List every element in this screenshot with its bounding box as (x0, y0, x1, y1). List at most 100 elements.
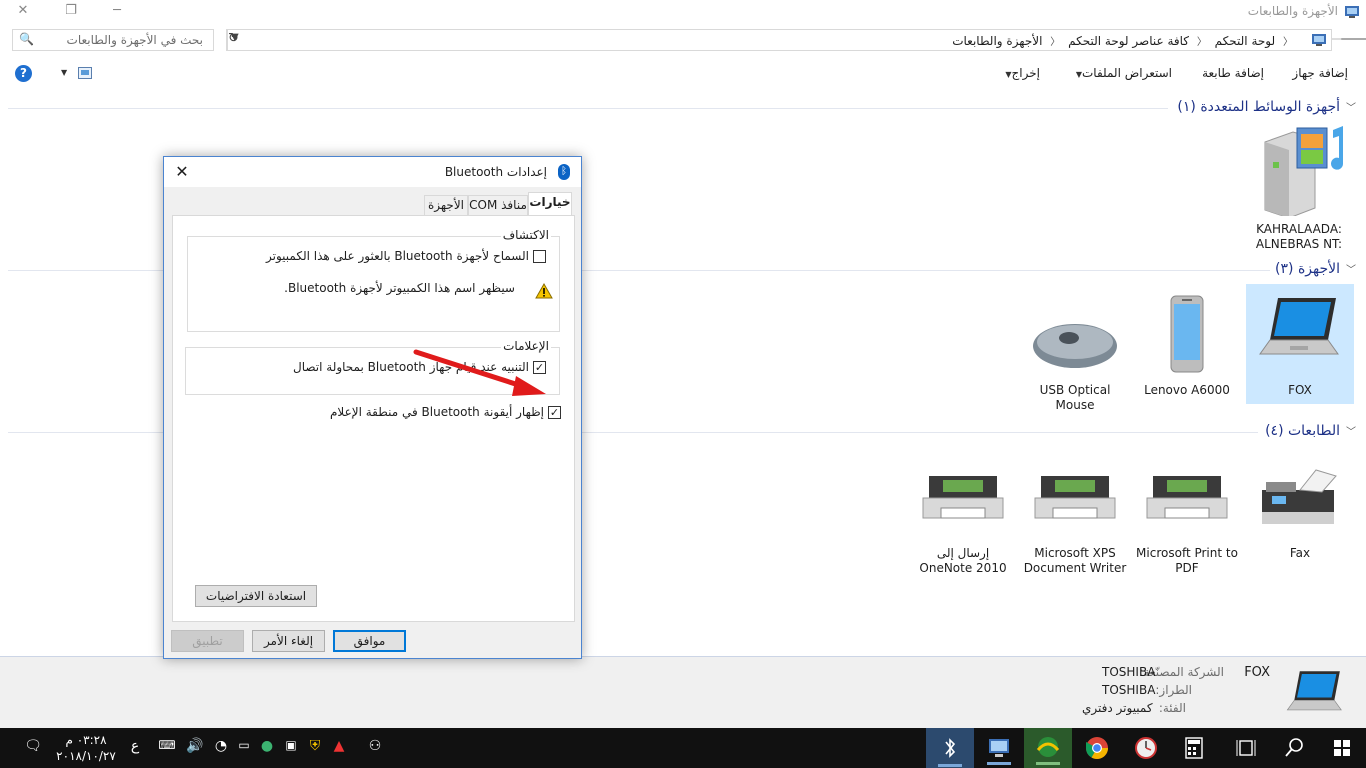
notification-center-icon[interactable]: 🗨 (24, 738, 42, 754)
ok-button[interactable]: موافق (333, 630, 406, 652)
clock-date: ٢٠١٨/١٠/٢٧ (56, 749, 116, 763)
display-tray-icon[interactable]: ▣ (282, 738, 300, 752)
bluetooth-settings-dialog: ᛒ إعدادات Bluetooth ✕ خيارات منافذ COM ا… (163, 156, 582, 659)
clock-time: ٠٣:٢٨ م (65, 733, 107, 747)
group-collapse-chevron-icon: ﹀ (1346, 427, 1356, 438)
task-view-icon[interactable] (1222, 728, 1270, 768)
device-label: Lenovo A6000 (1144, 383, 1230, 397)
help-icon[interactable]: ? (15, 65, 32, 82)
warning-icon (535, 283, 553, 299)
tab-options[interactable]: خيارات (528, 192, 572, 216)
discovery-legend: الاكتشاف (500, 228, 551, 242)
group-header-multimedia[interactable]: ﹀ أجهزة الوسائط المتعددة (١) (1177, 99, 1356, 119)
window-title: الأجهزة والطابعات (1247, 4, 1338, 18)
show-icon-label[interactable]: إظهار أيقونة Bluetooth في منطقة الإعلام (330, 405, 544, 419)
restore-window-button[interactable]: ❐ (48, 0, 94, 24)
dialog-title-bar: ᛒ إعدادات Bluetooth ✕ (164, 157, 581, 187)
cancel-button[interactable]: إلغاء الأمر (252, 630, 325, 652)
group-header-devices[interactable]: ﹀ الأجهزة (٣) (1275, 261, 1356, 281)
show-icon-checkbox[interactable]: ✓ (548, 406, 561, 419)
details-manufacturer: TOSHIBA (1102, 665, 1156, 679)
add-printer-button[interactable]: إضافة طابعة (1202, 66, 1264, 80)
phone-icon (1170, 295, 1204, 373)
printer-tile-onenote[interactable]: إرسال إلى OneNote 2010 (909, 462, 1017, 582)
refresh-icon[interactable]: ↻ (228, 31, 239, 46)
breadcrumb-all-items[interactable]: كافة عناصر لوحة التحكم (1068, 34, 1189, 48)
laptop-icon (1259, 298, 1339, 355)
minimize-window-button[interactable]: ─ (94, 0, 140, 24)
fax-icon (1262, 469, 1337, 524)
tab-hardware[interactable]: الأجهزة (424, 195, 468, 215)
breadcrumb-control-panel[interactable]: لوحة التحكم (1215, 34, 1276, 48)
dialog-close-icon[interactable]: ✕ (172, 162, 192, 182)
printer-tile-xps-writer[interactable]: Microsoft XPS Document Writer (1021, 462, 1129, 582)
device-tile-media-server[interactable]: KAHRALAADA: ALNEBRAS NT: (1245, 120, 1353, 255)
printer-tile-fax[interactable]: Fax (1246, 462, 1354, 582)
annotation-arrow-icon (413, 349, 546, 396)
control-panel-taskbar-icon[interactable] (975, 728, 1023, 768)
breadcrumb-separator-icon: 〈 (1283, 37, 1293, 48)
printer-label: Microsoft XPS Document Writer (1023, 546, 1127, 575)
browse-files-button[interactable]: استعراض الملفات▼ (1070, 66, 1172, 80)
people-icon[interactable]: ⚇ (366, 738, 384, 754)
printer-icon (1034, 476, 1116, 519)
battery-icon[interactable]: ▭ (236, 738, 252, 752)
printer-icon (1146, 476, 1228, 519)
title-bar: ✕ ❐ ─ الأجهزة والطابعات (0, 0, 1366, 24)
chrome-icon[interactable] (1073, 728, 1121, 768)
change-view-icon[interactable] (78, 67, 92, 79)
volume-icon[interactable]: 🔊 (186, 738, 204, 754)
group-header-printers[interactable]: ﹀ الطابعات (٤) (1265, 423, 1356, 443)
search-icon: 🔍 (19, 32, 34, 46)
taskbar-clock[interactable]: ٠٣:٢٨ م ٢٠١٨/١٠/٢٧ (56, 732, 116, 764)
printer-tile-print-to-pdf[interactable]: Microsoft Print to PDF (1133, 462, 1241, 582)
start-windows-icon[interactable] (1318, 728, 1366, 768)
download-manager-icon[interactable] (1024, 728, 1072, 768)
device-label: FOX (1288, 383, 1312, 397)
allow-discovery-checkbox[interactable] (533, 250, 546, 263)
group-divider (8, 108, 1168, 109)
restore-defaults-button[interactable]: استعادة الافتراضيات (195, 585, 317, 607)
printer-label: Microsoft Print to PDF (1136, 546, 1238, 575)
eject-label: إخراج (1011, 66, 1040, 80)
eject-button[interactable]: إخراج▼ (999, 66, 1040, 80)
breadcrumb-separator-icon: 〈 (1196, 37, 1207, 48)
network-wifi-icon[interactable]: ◔ (212, 738, 230, 754)
antivirus-tray-icon[interactable]: ▲ (330, 738, 348, 754)
apply-button[interactable]: تطبيق (171, 630, 244, 652)
device-tile-fox[interactable]: FOX (1246, 284, 1354, 404)
group-title-multimedia: أجهزة الوسائط المتعددة (١) (1177, 99, 1340, 115)
security-shield-icon[interactable]: ⛨ (306, 738, 324, 754)
input-language-indicator[interactable]: ع (128, 738, 142, 754)
clock-app-icon[interactable] (1122, 728, 1170, 768)
search-input[interactable]: بحث في الأجهزة والطابعات 🔍 (12, 29, 214, 51)
view-options-chevron-icon[interactable]: ▼ (61, 68, 67, 77)
bluetooth-icon: ᛒ (558, 164, 570, 180)
device-tile-lenovo[interactable]: Lenovo A6000 (1133, 284, 1241, 404)
device-label: KAHRALAADA: ALNEBRAS NT: (1255, 222, 1343, 251)
download-manager-tray-icon[interactable]: ● (258, 738, 276, 754)
device-tile-mouse[interactable]: USB Optical Mouse (1021, 284, 1129, 414)
address-bar[interactable]: ▼ 〈 لوحة التحكم 〈 كافة عناصر لوحة التحكم… (226, 29, 1332, 51)
browse-files-label: استعراض الملفات (1082, 66, 1172, 80)
search-placeholder: بحث في الأجهزة والطابعات (66, 33, 203, 47)
breadcrumb: 〈 لوحة التحكم 〈 كافة عناصر لوحة التحكم 〈… (950, 33, 1295, 48)
bluetooth-taskbar-icon[interactable] (926, 728, 974, 768)
command-bar: إضافة جهاز إضافة طابعة استعراض الملفات▼ … (0, 62, 1366, 86)
details-model: TOSHIBA (1102, 683, 1156, 697)
taskbar: ٠٣:٢٨ م ٢٠١٨/١٠/٢٧ 🗨 ع ⌨ 🔊 ◔ ▭ ● ▣ ⛨ ▲ ⚇ (0, 728, 1366, 768)
add-device-button[interactable]: إضافة جهاز (1292, 66, 1348, 80)
tab-com-ports[interactable]: منافذ COM (468, 195, 528, 215)
close-window-button[interactable]: ✕ (0, 0, 46, 24)
device-label: USB Optical Mouse (1039, 383, 1111, 412)
dialog-title: إعدادات Bluetooth (444, 165, 547, 179)
breadcrumb-separator-icon: 〈 (1050, 37, 1061, 48)
calculator-icon[interactable] (1170, 728, 1218, 768)
printer-icon (922, 476, 1004, 519)
allow-discovery-label[interactable]: السماح لأجهزة Bluetooth بالعثور على هذا … (266, 249, 529, 263)
group-title-devices: الأجهزة (٣) (1275, 261, 1340, 277)
breadcrumb-devices-printers[interactable]: الأجهزة والطابعات (952, 34, 1042, 48)
keyboard-icon[interactable]: ⌨ (156, 738, 178, 752)
group-collapse-chevron-icon: ﹀ (1346, 103, 1356, 114)
search-icon[interactable] (1270, 728, 1318, 768)
